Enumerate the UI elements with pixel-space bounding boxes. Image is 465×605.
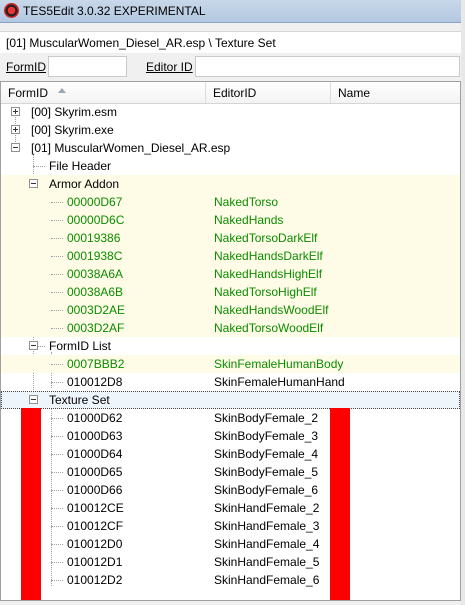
record-row[interactable]: 00038A6A NakedHandsHighElf: [1, 265, 460, 283]
record-formid: 01000D65: [67, 465, 123, 479]
record-row[interactable]: 01000D65 SkinBodyFemale_5: [1, 463, 460, 481]
expand-icon[interactable]: [11, 125, 20, 134]
record-formid: 010012CE: [67, 501, 124, 515]
expand-icon[interactable]: [11, 107, 20, 116]
record-editorid: NakedTorsoWoodElf: [214, 321, 324, 335]
collapse-icon[interactable]: [29, 179, 38, 188]
record-formid: 0001938C: [67, 249, 123, 263]
collapse-icon[interactable]: [29, 395, 38, 404]
record-editorid: SkinHandFemale_6: [214, 573, 320, 587]
record-row[interactable]: 010012D1 SkinHandFemale_5: [1, 553, 460, 571]
record-row[interactable]: 00000D6C NakedHands: [1, 211, 460, 229]
record-formid: 0007BBB2: [67, 357, 125, 371]
record-row[interactable]: 00019386 NakedTorsoDarkElf: [1, 229, 460, 247]
record-tree[interactable]: FormID EditorID Name [00] Skyrim.esm [00…: [0, 81, 461, 601]
collapse-icon[interactable]: [29, 341, 38, 350]
record-row[interactable]: 01000D62 SkinBodyFemale_2: [1, 409, 460, 427]
app-icon: [4, 3, 19, 18]
path-bar: [01] MuscularWomen_Diesel_AR.esp \ Textu…: [0, 31, 465, 55]
column-formid[interactable]: FormID: [1, 82, 206, 103]
record-row[interactable]: 01000D63 SkinBodyFemale_3: [1, 427, 460, 445]
record-row[interactable]: 01000D64 SkinBodyFemale_4: [1, 445, 460, 463]
tree-node-texture-set[interactable]: Texture Set: [1, 391, 460, 409]
window-edge: [461, 0, 465, 605]
record-editorid: SkinBodyFemale_3: [214, 429, 319, 443]
sort-ascending-icon: [58, 88, 66, 93]
tree-node-armor-addon[interactable]: Armor Addon: [1, 175, 460, 193]
record-row[interactable]: 010012D2 SkinHandFemale_6: [1, 571, 460, 589]
record-formid: 010012CF: [67, 519, 124, 533]
filter-bar: FormID Editor ID: [0, 53, 465, 80]
tree-node-skyrim-esm[interactable]: [00] Skyrim.esm: [1, 103, 460, 121]
record-editorid: SkinBodyFemale_4: [214, 447, 319, 461]
record-editorid: SkinFemaleHumanHand: [214, 375, 345, 389]
record-row[interactable]: 00000D67 NakedTorso: [1, 193, 460, 211]
record-row[interactable]: 01000D66 SkinBodyFemale_6: [1, 481, 460, 499]
record-editorid: NakedHands: [214, 213, 284, 227]
red-annotation-bar-right: [330, 408, 350, 600]
record-formid: 010012D1: [67, 555, 123, 569]
column-header: FormID EditorID Name: [1, 82, 460, 104]
record-formid: 0003D2AF: [67, 321, 125, 335]
record-editorid: NakedHandsDarkElf: [214, 249, 323, 263]
record-editorid: SkinBodyFemale_6: [214, 483, 319, 497]
title-bar: TES5Edit 3.0.32 EXPERIMENTAL: [0, 0, 465, 23]
record-editorid: SkinHandFemale_3: [214, 519, 320, 533]
record-row[interactable]: 00038A6B NakedTorsoHighElf: [1, 283, 460, 301]
record-formid: 010012D8: [67, 375, 123, 389]
record-editorid: NakedHandsWoodElf: [214, 303, 329, 317]
record-row[interactable]: 010012D8 SkinFemaleHumanHand: [1, 373, 460, 391]
record-editorid: SkinHandFemale_5: [214, 555, 320, 569]
record-formid: 00038A6B: [67, 285, 124, 299]
editorid-filter-label: Editor ID: [146, 60, 193, 74]
record-editorid: SkinHandFemale_4: [214, 537, 320, 551]
record-formid: 00038A6A: [67, 267, 124, 281]
record-formid: 01000D64: [67, 447, 123, 461]
formid-filter-input[interactable]: [48, 56, 127, 77]
record-row[interactable]: 010012CF SkinHandFemale_3: [1, 517, 460, 535]
record-row[interactable]: 0003D2AE NakedHandsWoodElf: [1, 301, 460, 319]
record-row[interactable]: 010012D0 SkinHandFemale_4: [1, 535, 460, 553]
record-editorid: SkinFemaleHumanBody: [214, 357, 344, 371]
record-formid: 010012D0: [67, 537, 123, 551]
record-editorid: NakedTorsoHighElf: [214, 285, 317, 299]
tree-node-formid-list[interactable]: FormID List: [1, 337, 460, 355]
tree-node-skyrim-exe[interactable]: [00] Skyrim.exe: [1, 121, 460, 139]
record-editorid: SkinHandFemale_2: [214, 501, 320, 515]
column-editorid[interactable]: EditorID: [206, 82, 331, 103]
tree-node-musculawomen-esp[interactable]: [01] MuscularWomen_Diesel_AR.esp: [1, 139, 460, 157]
record-formid: 00000D6C: [67, 213, 125, 227]
record-formid: 01000D66: [67, 483, 123, 497]
record-row[interactable]: 0007BBB2 SkinFemaleHumanBody: [1, 355, 460, 373]
record-row[interactable]: 0001938C NakedHandsDarkElf: [1, 247, 460, 265]
column-name[interactable]: Name: [331, 82, 460, 103]
record-formid: 01000D62: [67, 411, 123, 425]
record-formid: 01000D63: [67, 429, 123, 443]
record-row[interactable]: 010012CE SkinHandFemale_2: [1, 499, 460, 517]
formid-filter-label: FormID: [6, 60, 46, 74]
record-formid: 00000D67: [67, 195, 123, 209]
path-text: [01] MuscularWomen_Diesel_AR.esp \ Textu…: [6, 36, 276, 50]
record-formid: 00019386: [67, 231, 121, 245]
record-formid: 010012D2: [67, 573, 123, 587]
window-title: TES5Edit 3.0.32 EXPERIMENTAL: [23, 4, 206, 18]
tree-node-file-header[interactable]: File Header: [1, 157, 460, 175]
editorid-filter-input[interactable]: [195, 56, 460, 77]
record-editorid: NakedTorso: [214, 195, 279, 209]
record-editorid: NakedTorsoDarkElf: [214, 231, 318, 245]
record-editorid: SkinBodyFemale_2: [214, 411, 319, 425]
record-editorid: SkinBodyFemale_5: [214, 465, 319, 479]
record-row[interactable]: 0003D2AF NakedTorsoWoodElf: [1, 319, 460, 337]
record-formid: 0003D2AE: [67, 303, 126, 317]
collapse-icon[interactable]: [11, 143, 20, 152]
record-editorid: NakedHandsHighElf: [214, 267, 323, 281]
red-annotation-bar-left: [21, 408, 41, 600]
